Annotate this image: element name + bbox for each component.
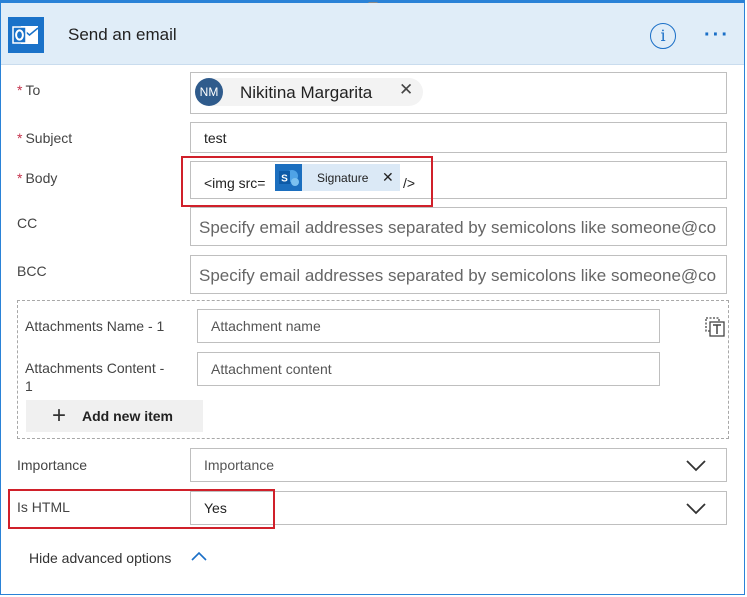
send-email-card: Send an email i ··· * To NM Nikitina Marg…	[0, 0, 745, 595]
importance-value: Importance	[204, 457, 275, 473]
attachment-content-input[interactable]: Attachment content	[197, 352, 660, 386]
attachment-content-label-line2: 1	[25, 378, 33, 394]
avatar: NM	[195, 78, 223, 106]
required-mark: *	[17, 82, 23, 98]
highlight-box-body	[181, 156, 433, 207]
cc-field[interactable]: Specify email addresses separated by sem…	[190, 207, 727, 246]
plus-icon: +	[52, 402, 67, 429]
attachment-name-label: Attachments Name - 1	[25, 318, 165, 334]
attachment-content-placeholder: Attachment content	[211, 361, 332, 377]
card-header[interactable]: Send an email i ···	[1, 3, 744, 65]
attachment-content-label-line1: Attachments Content -	[25, 360, 165, 376]
highlight-box-is-html	[8, 489, 275, 529]
recipient-token: NM Nikitina Margarita ✕	[195, 78, 423, 106]
body-label: * Body	[17, 170, 57, 186]
subject-label: * Subject	[17, 130, 72, 146]
bcc-label: BCC	[17, 263, 47, 279]
subject-label-text: Subject	[25, 130, 73, 146]
attachment-content-label: Attachments Content - 1	[25, 359, 164, 395]
more-options-icon[interactable]: ···	[704, 25, 730, 45]
chevron-down-icon	[686, 460, 706, 472]
attachment-name-placeholder: Attachment name	[211, 318, 321, 334]
add-new-item-label: Add new item	[82, 408, 174, 424]
attachment-name-input[interactable]: Attachment name	[197, 309, 660, 343]
to-field[interactable]: NM Nikitina Margarita ✕	[190, 72, 727, 114]
chevron-down-icon	[686, 503, 706, 515]
remove-recipient-icon[interactable]: ✕	[399, 80, 413, 100]
info-icon[interactable]: i	[650, 23, 676, 49]
to-label: * To	[17, 82, 40, 98]
hide-advanced-options-link[interactable]: Hide advanced options	[29, 550, 171, 566]
subject-field[interactable]: test	[190, 122, 727, 153]
bcc-placeholder: Specify email addresses separated by sem…	[199, 266, 717, 285]
cc-label: CC	[17, 215, 38, 231]
recipient-name: Nikitina Margarita	[240, 83, 373, 102]
outlook-icon	[8, 17, 44, 53]
chevron-up-icon[interactable]	[191, 550, 207, 562]
attachments-group: Attachments Name - 1 Attachment name Att…	[17, 300, 729, 439]
card-title: Send an email	[68, 25, 177, 44]
subject-value: test	[204, 130, 227, 146]
required-mark: *	[17, 130, 23, 146]
delete-icon[interactable]	[704, 316, 726, 338]
importance-dropdown[interactable]: Importance	[190, 448, 727, 482]
cc-placeholder: Specify email addresses separated by sem…	[199, 218, 717, 237]
body-label-text: Body	[25, 170, 58, 186]
importance-label: Importance	[17, 457, 88, 473]
required-mark: *	[17, 170, 23, 186]
to-label-text: To	[25, 82, 41, 98]
add-new-item-button[interactable]: + Add new item	[26, 400, 203, 432]
bcc-field[interactable]: Specify email addresses separated by sem…	[190, 255, 727, 294]
